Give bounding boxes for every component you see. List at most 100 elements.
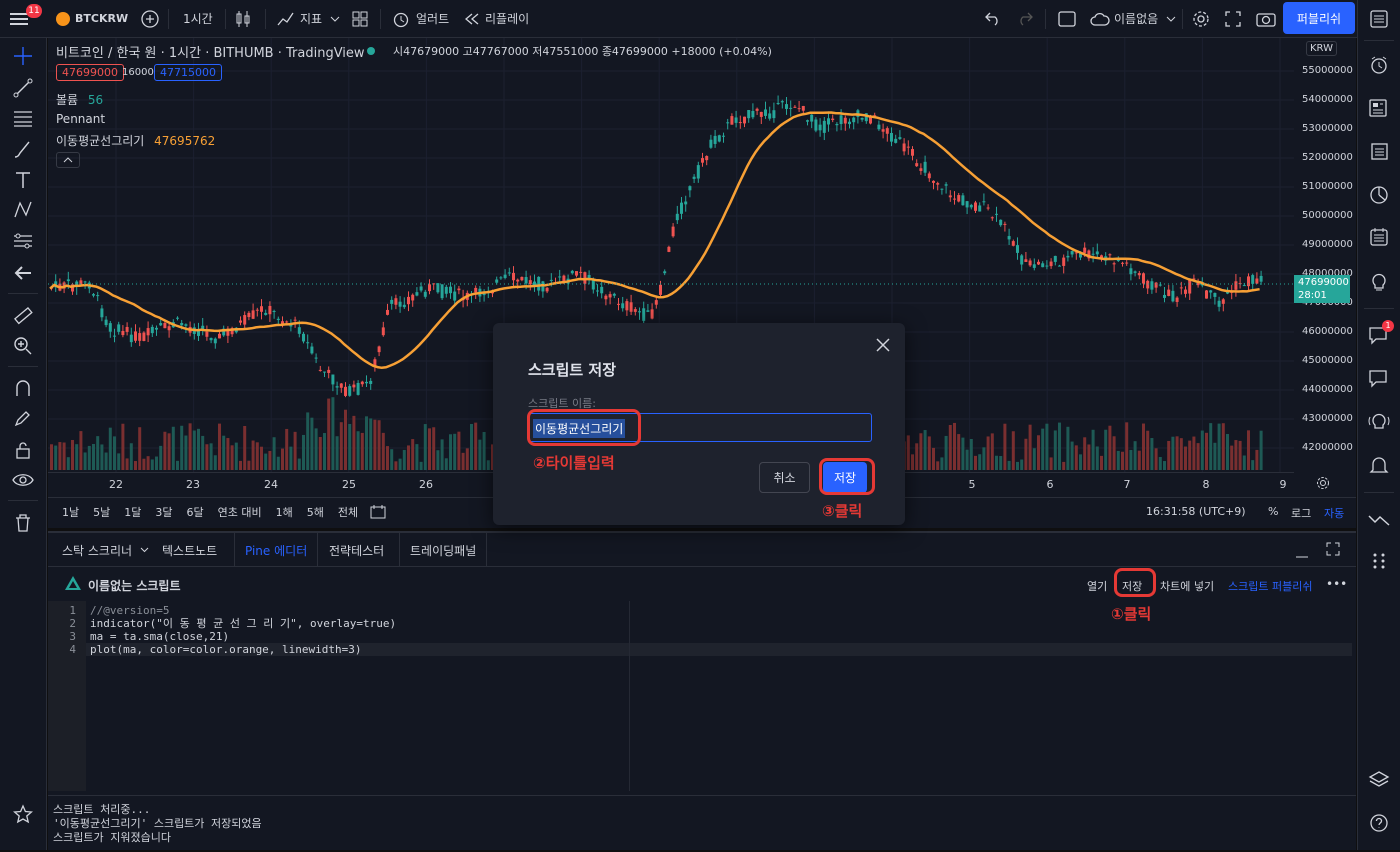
range-button[interactable]: 연초 대비 — [218, 504, 262, 520]
pie-chart-icon[interactable] — [1358, 180, 1400, 210]
layout-name-button[interactable]: 이름없음 — [1090, 0, 1176, 37]
range-button[interactable]: 1달 — [124, 504, 141, 520]
percent-toggle[interactable]: % — [1268, 505, 1278, 518]
volume-bar — [1095, 446, 1099, 470]
range-button[interactable]: 3달 — [155, 504, 172, 520]
trend-line-icon[interactable] — [0, 74, 46, 102]
publish-script-button[interactable]: 스크립트 퍼블리쉬 — [1228, 578, 1312, 594]
indicators-button[interactable]: 지표 — [277, 0, 322, 37]
trading-panel-icon[interactable] — [1358, 503, 1400, 533]
maximize-icon[interactable] — [1326, 542, 1340, 559]
volume-bar — [1242, 455, 1246, 470]
expand-icon[interactable] — [1225, 0, 1241, 37]
code-editor[interactable]: 1 2 3 4 //@version=5 indicator("이 동 평 균 … — [48, 601, 1356, 791]
help-icon[interactable] — [1358, 808, 1400, 838]
candle-body — [180, 322, 184, 326]
star-icon[interactable] — [0, 800, 46, 828]
volume-bar — [470, 424, 473, 470]
ideas-stream-icon[interactable] — [1358, 406, 1400, 436]
log-toggle[interactable]: 로그 — [1291, 505, 1311, 521]
candle-body — [957, 195, 961, 202]
volume-bar — [255, 442, 259, 470]
calendar-icon[interactable] — [1358, 222, 1400, 252]
auto-toggle[interactable]: 자동 — [1324, 505, 1344, 521]
volume-bar — [129, 443, 133, 470]
clock-timezone[interactable]: 16:31:58 (UTC+9) — [1146, 505, 1246, 518]
fullscreen-layout-icon[interactable] — [1058, 0, 1076, 37]
cancel-button[interactable]: 취소 — [759, 462, 810, 493]
range-button[interactable]: 1날 — [62, 504, 79, 520]
replay-button[interactable]: 리플레이 — [465, 0, 529, 37]
close-icon[interactable] — [875, 337, 891, 356]
range-button[interactable]: 5날 — [93, 504, 110, 520]
add-to-chart-button[interactable]: 차트에 넣기 — [1160, 578, 1214, 594]
magnet-icon[interactable] — [0, 374, 46, 402]
more-options-icon[interactable]: ••• — [1326, 577, 1347, 591]
price-axis[interactable]: 55000000 54000000 53000000 52000000 51000000… — [1294, 38, 1356, 498]
gear-icon[interactable] — [1316, 476, 1330, 493]
gear-icon[interactable] — [1192, 0, 1210, 37]
sell-price-button[interactable]: 47699000 — [56, 64, 124, 81]
arrow-left-icon[interactable] — [0, 259, 46, 287]
volume-bar — [163, 431, 167, 470]
lock-icon[interactable] — [0, 436, 46, 464]
range-button[interactable]: 6달 — [187, 504, 204, 520]
bell-icon[interactable] — [1358, 450, 1400, 480]
buy-price-button[interactable]: 47715000 — [154, 64, 222, 81]
script-name[interactable]: 이름없는 스크립트 — [88, 577, 181, 594]
camera-icon[interactable] — [1256, 0, 1276, 37]
pencil-lock-icon[interactable] — [0, 404, 46, 432]
layers-icon[interactable] — [1358, 765, 1400, 795]
watchlist-icon[interactable] — [1358, 4, 1400, 34]
fib-retracement-icon[interactable] — [0, 104, 46, 132]
candle-body — [570, 270, 574, 274]
text-tool-icon[interactable] — [0, 166, 46, 194]
prediction-icon[interactable] — [0, 227, 46, 255]
crosshair-icon[interactable] — [0, 42, 46, 70]
candle-body — [323, 371, 326, 373]
templates-grid-icon[interactable] — [352, 0, 368, 37]
trash-icon[interactable] — [0, 509, 46, 537]
goto-date-icon[interactable] — [370, 504, 386, 523]
open-button[interactable]: 열기 — [1087, 578, 1107, 594]
range-button[interactable]: 5해 — [307, 504, 324, 520]
collapse-legend-icon[interactable] — [56, 152, 80, 168]
ruler-icon[interactable] — [0, 302, 46, 330]
alarm-clock-icon[interactable] — [1358, 50, 1400, 80]
brush-icon[interactable] — [0, 135, 46, 163]
candle-body — [936, 183, 940, 185]
messages-icon[interactable] — [1358, 363, 1400, 393]
interval-button[interactable]: 1시간 — [183, 0, 213, 37]
minimize-icon[interactable] — [1296, 547, 1308, 561]
publish-button[interactable]: 퍼블리쉬 — [1283, 2, 1355, 34]
undo-icon[interactable] — [985, 0, 1001, 37]
candle-body — [575, 271, 578, 276]
data-window-icon[interactable] — [1358, 136, 1400, 166]
pattern-icon[interactable] — [0, 196, 46, 224]
eye-icon[interactable] — [0, 466, 46, 494]
market-status-dot — [367, 47, 375, 55]
candle-body — [818, 124, 822, 131]
tab-text-notes[interactable]: 텍스트노트 — [152, 533, 227, 567]
zoom-in-icon[interactable] — [0, 332, 46, 360]
news-icon[interactable] — [1358, 93, 1400, 123]
lightbulb-icon[interactable] — [1358, 266, 1400, 296]
candle-type-icon[interactable] — [235, 0, 251, 37]
tab-pine-editor[interactable]: Pine 에디터 — [234, 533, 319, 567]
symbol-search[interactable]: BTCKRW — [56, 0, 128, 37]
date-tick: 23 — [186, 478, 200, 491]
redo-icon[interactable] — [1017, 0, 1033, 37]
candle-body — [104, 319, 108, 326]
tab-strategy-tester[interactable]: 전략테스터 — [319, 533, 394, 567]
range-button[interactable]: 1해 — [276, 504, 293, 520]
tab-stock-screener[interactable]: 스탁 스크리너 — [52, 533, 159, 567]
compare-plus-icon[interactable] — [141, 0, 159, 37]
dots-grid-icon[interactable] — [1358, 546, 1400, 576]
tab-trading-panel[interactable]: 트레이딩패널 — [399, 533, 488, 567]
candle-body — [381, 327, 385, 336]
chevron-down-icon[interactable] — [330, 0, 340, 37]
range-button[interactable]: 전체 — [338, 504, 358, 520]
volume-bar — [1011, 431, 1015, 470]
code-content[interactable]: //@version=5 indicator("이 동 평 균 선 그 리 기"… — [90, 601, 396, 656]
alert-button[interactable]: 얼러트 — [392, 0, 449, 37]
